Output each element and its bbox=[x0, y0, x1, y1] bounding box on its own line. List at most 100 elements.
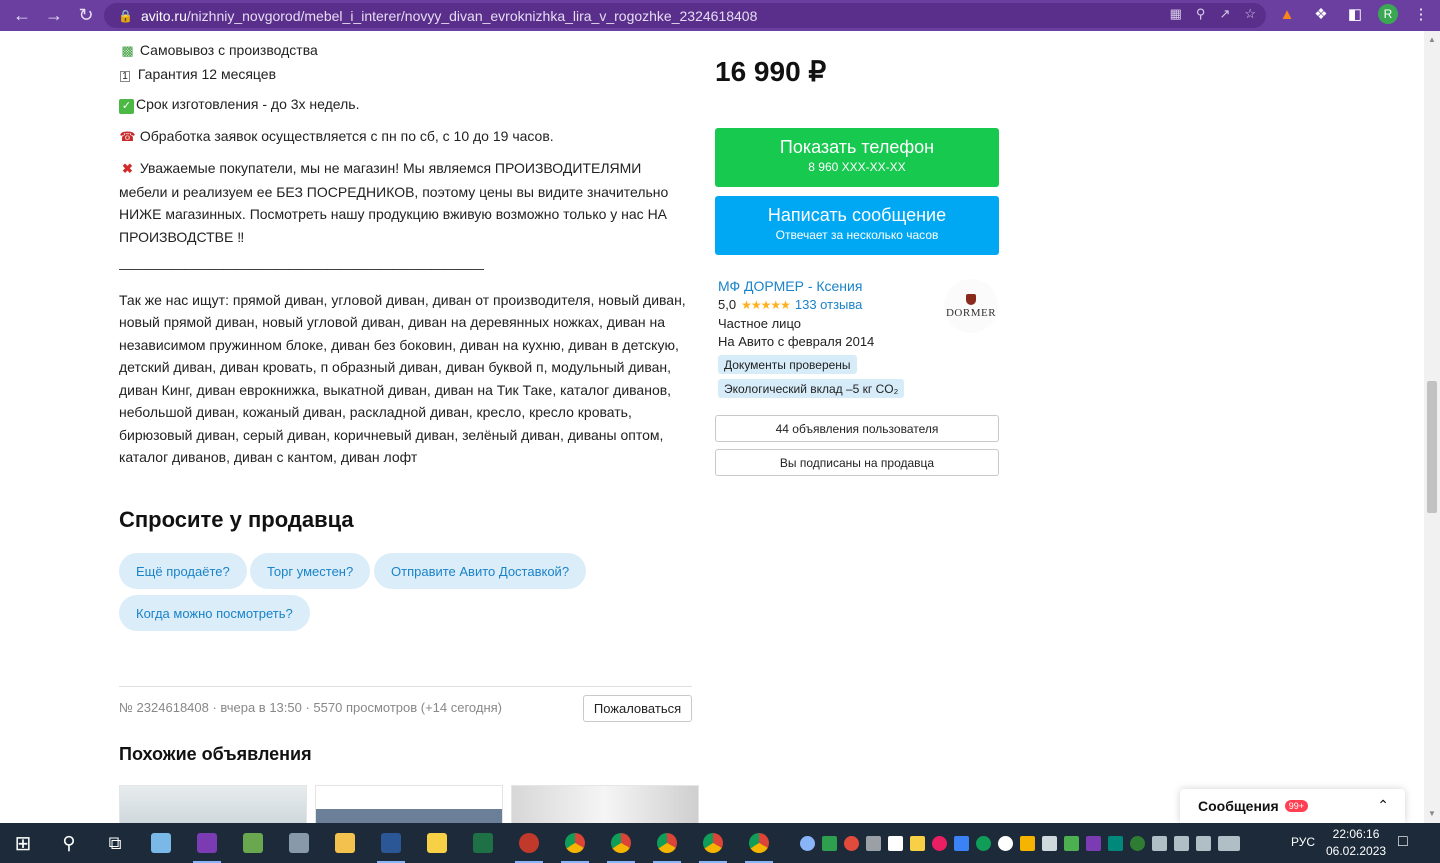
reload-icon[interactable]: ↻ bbox=[70, 0, 102, 31]
system-tray bbox=[800, 823, 1240, 863]
report-button[interactable]: Пожаловаться bbox=[583, 695, 692, 722]
scroll-down-arrow-icon[interactable]: ▼ bbox=[1428, 809, 1436, 818]
metamask-extension-icon[interactable]: ▲ bbox=[1276, 3, 1298, 25]
badge-eco: Экологический вклад –5 кг CO₂ bbox=[718, 379, 905, 398]
desc-line-hours: ☎ Обработка заявок осуществляется с пн п… bbox=[119, 125, 691, 149]
scrollbar-thumb[interactable] bbox=[1427, 381, 1437, 513]
tray-app-icon[interactable] bbox=[1064, 835, 1079, 851]
network-icon[interactable] bbox=[1174, 835, 1189, 851]
tray-app-icon[interactable] bbox=[1108, 835, 1123, 851]
seller-since: На Авито с февраля 2014 bbox=[718, 334, 875, 349]
crest-icon bbox=[966, 293, 976, 305]
word-icon[interactable] bbox=[368, 823, 414, 863]
write-message-button[interactable]: Написать сообщение Отвечает за несколько… bbox=[715, 196, 999, 255]
onenote-icon[interactable] bbox=[184, 823, 230, 863]
similar-item-image[interactable] bbox=[511, 785, 699, 823]
show-phone-label: Показать телефон bbox=[779, 137, 935, 157]
similar-item-image[interactable] bbox=[119, 785, 307, 823]
reviews-link[interactable]: 133 отзыва bbox=[795, 297, 863, 312]
chevron-up-icon[interactable]: ⌃ bbox=[1377, 797, 1389, 814]
monitor-tray-icon[interactable] bbox=[866, 835, 881, 851]
ask-chip-delivery[interactable]: Отправите Авито Доставкой? bbox=[374, 553, 587, 589]
clock-date: 06.02.2023 bbox=[1326, 844, 1387, 858]
extensions-puzzle-icon[interactable]: ❖ bbox=[1310, 3, 1332, 25]
excel-icon[interactable] bbox=[460, 823, 506, 863]
sticky-notes-icon[interactable] bbox=[414, 823, 460, 863]
profile-avatar[interactable]: R bbox=[1378, 4, 1398, 24]
clock-time: 22:06:16 bbox=[1332, 827, 1380, 841]
checkmark-icon: ✓ bbox=[119, 99, 134, 114]
ask-seller-title: Спросите у продавца bbox=[119, 507, 354, 532]
task-view-icon[interactable]: ⧉ bbox=[92, 823, 138, 863]
url-host: avito.ru bbox=[140, 7, 187, 24]
spreadsheet-app-icon[interactable] bbox=[230, 823, 276, 863]
chrome-profile-icon[interactable] bbox=[690, 823, 736, 863]
share-icon[interactable]: ↗ bbox=[1219, 6, 1230, 22]
back-icon[interactable]: ← bbox=[6, 0, 38, 31]
chrome-profile-icon[interactable] bbox=[644, 823, 690, 863]
cross-mark-icon: ✖ bbox=[122, 161, 133, 176]
app-icon-red[interactable] bbox=[506, 823, 552, 863]
onenote-tray-icon[interactable] bbox=[1086, 835, 1101, 851]
ask-chip-viewing[interactable]: Когда можно посмотреть? bbox=[119, 595, 310, 631]
input-language[interactable]: РУС bbox=[1291, 835, 1315, 849]
chrome-profile-icon[interactable] bbox=[598, 823, 644, 863]
scroll-up-arrow-icon[interactable]: ▲ bbox=[1428, 35, 1436, 44]
messages-title: Сообщения bbox=[1198, 798, 1279, 814]
forward-icon[interactable]: → bbox=[38, 0, 70, 31]
keyboard-icon[interactable] bbox=[1218, 835, 1240, 851]
similar-title: Похожие объявления bbox=[119, 744, 312, 764]
side-panel-icon[interactable]: ◧ bbox=[1344, 3, 1366, 25]
chrome-profile-icon[interactable] bbox=[736, 823, 782, 863]
url-path: /nizhniy_novgorod/mebel_i_interer/novyy_… bbox=[186, 7, 758, 24]
chrome-icon[interactable] bbox=[552, 823, 598, 863]
file-explorer-icon[interactable] bbox=[322, 823, 368, 863]
window-tray-icon[interactable] bbox=[1042, 835, 1057, 851]
tool-app-icon[interactable] bbox=[276, 823, 322, 863]
rating-stars-icon: ★★★★★ bbox=[741, 297, 791, 312]
notes-tray-icon[interactable] bbox=[910, 835, 925, 851]
battery-icon[interactable] bbox=[1152, 835, 1167, 851]
desc-keywords: Так же нас ищут: прямой диван, угловой д… bbox=[119, 291, 686, 466]
ask-chip-still-selling[interactable]: Ещё продаёте? bbox=[119, 553, 247, 589]
tray-app-icon[interactable] bbox=[998, 835, 1013, 851]
telegram-tray-icon[interactable] bbox=[800, 835, 815, 851]
show-phone-button[interactable]: Показать телефон 8 960 XXX-XX-XX bbox=[715, 128, 999, 187]
translate-icon[interactable]: ▦ bbox=[1170, 6, 1182, 22]
clock[interactable]: 22:06:16 06.02.2023 bbox=[1326, 826, 1386, 860]
menu-kebab-icon[interactable]: ⋮ bbox=[1410, 3, 1432, 25]
tray-app-icon[interactable] bbox=[1020, 835, 1035, 851]
ask-chip-bargain[interactable]: Торг уместен? bbox=[250, 553, 371, 589]
messages-panel[interactable]: Сообщения 99+ ⌃ bbox=[1180, 789, 1405, 823]
search-icon[interactable]: ⚲ bbox=[46, 823, 92, 863]
subscribed-button[interactable]: Вы подписаны на продавца bbox=[715, 449, 999, 476]
seller-type: Частное лицо bbox=[718, 316, 801, 331]
bookmark-star-icon[interactable]: ☆ bbox=[1244, 6, 1256, 22]
similar-item-image[interactable] bbox=[315, 785, 503, 823]
truck-icon: ▩ bbox=[121, 43, 134, 58]
price: 16 990 ₽ bbox=[715, 56, 827, 87]
zoom-icon[interactable]: ⚲ bbox=[1196, 6, 1206, 22]
snip-tray-icon[interactable] bbox=[954, 835, 969, 851]
telephone-icon: ☎ bbox=[119, 128, 136, 144]
power-tray-icon[interactable] bbox=[932, 835, 947, 851]
volume-icon[interactable] bbox=[1196, 835, 1211, 851]
seller-rating: 5,0 ★★★★★ 133 отзыва bbox=[718, 297, 862, 312]
shield-tray-icon[interactable] bbox=[822, 835, 837, 851]
item-description: ▩ Самовывоз с производства 1 Гарантия 12… bbox=[119, 31, 691, 478]
windows-start-icon[interactable]: ⊞ bbox=[0, 823, 46, 863]
document-tray-icon[interactable] bbox=[888, 835, 903, 851]
tray-app-icon[interactable] bbox=[844, 835, 859, 851]
address-bar[interactable]: 🔒 avito.ru/nizhniy_novgorod/mebel_i_inte… bbox=[104, 3, 1266, 28]
desc-separator: ———————————————————————————— bbox=[119, 260, 484, 276]
chrome-tray-icon[interactable] bbox=[976, 835, 991, 851]
seller-logo[interactable]: DORMER bbox=[944, 279, 998, 333]
page-scrollbar[interactable]: ▲ ▼ bbox=[1424, 31, 1440, 823]
page-viewport: ▩ Самовывоз с производства 1 Гарантия 12… bbox=[0, 31, 1424, 823]
seller-name-link[interactable]: МФ ДОРМЕР - Ксения bbox=[718, 278, 862, 294]
notepad-icon[interactable] bbox=[138, 823, 184, 863]
tray-app-icon[interactable] bbox=[1130, 835, 1145, 851]
notifications-icon[interactable]: □ bbox=[1398, 833, 1408, 851]
desc-line-warranty: 1 Гарантия 12 месяцев bbox=[119, 63, 691, 86]
seller-listings-button[interactable]: 44 объявления пользователя bbox=[715, 415, 999, 442]
